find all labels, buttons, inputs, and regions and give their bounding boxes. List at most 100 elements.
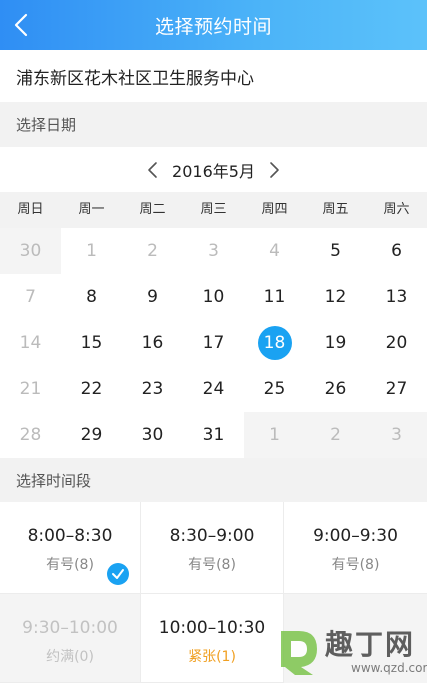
calendar-day[interactable]: 6 xyxy=(366,228,427,274)
slot-time: 10:00–10:30 xyxy=(158,618,266,638)
navbar: 选择预约时间 xyxy=(0,0,427,50)
calendar-day: 30 xyxy=(0,228,61,274)
calendar-day[interactable]: 17 xyxy=(183,320,244,366)
time-slot[interactable]: 10:00–10:30 紧张(1) xyxy=(141,594,284,683)
calendar-day-number: 18 xyxy=(257,326,292,360)
slot-status: 有号(8) xyxy=(188,557,236,573)
calendar-day-number: 3 xyxy=(208,241,219,261)
calendar-day-number: 13 xyxy=(385,287,408,307)
calendar-day-number: 5 xyxy=(330,241,341,261)
calendar-day[interactable]: 15 xyxy=(61,320,122,366)
calendar-day-number: 27 xyxy=(385,379,408,399)
time-slot[interactable]: 9:00–9:30 有号(8) xyxy=(284,502,427,594)
calendar-day: 3 xyxy=(366,412,427,458)
calendar-day[interactable]: 9 xyxy=(122,274,183,320)
calendar-day: 3 xyxy=(183,228,244,274)
clinic-name: 浦东新区花木社区卫生服务中心 xyxy=(0,50,427,102)
calendar-week-row: 28 29 30 31 1 2 3 xyxy=(0,412,427,458)
calendar-day-number: 22 xyxy=(80,379,103,399)
calendar-day-number: 17 xyxy=(202,333,225,353)
next-month-button[interactable] xyxy=(263,159,285,181)
chevron-left-icon xyxy=(148,161,157,178)
chevron-right-icon xyxy=(270,161,279,178)
calendar-day-number: 7 xyxy=(25,287,36,307)
calendar-day[interactable]: 11 xyxy=(244,274,305,320)
calendar-day[interactable]: 10 xyxy=(183,274,244,320)
check-icon xyxy=(107,563,129,585)
calendar-day: 2 xyxy=(122,228,183,274)
slot-time: 8:30–9:00 xyxy=(169,526,255,546)
calendar-day-number: 28 xyxy=(19,425,42,445)
weekday-sat: 周六 xyxy=(383,202,410,217)
calendar-day[interactable]: 5 xyxy=(305,228,366,274)
calendar-day: 21 xyxy=(0,366,61,412)
weekday-wed: 周三 xyxy=(200,202,227,217)
calendar-day-number: 14 xyxy=(19,333,42,353)
calendar-day-selected[interactable]: 18 xyxy=(244,320,305,366)
calendar-day[interactable]: 26 xyxy=(305,366,366,412)
slot-time: 9:30–10:00 xyxy=(22,618,118,638)
watermark: 趣丁网 www.qzd.com xyxy=(273,621,427,681)
calendar-week-row: 30 1 2 3 4 5 6 xyxy=(0,228,427,274)
calendar-day[interactable]: 12 xyxy=(305,274,366,320)
calendar-day-number: 9 xyxy=(147,287,158,307)
calendar-day[interactable]: 31 xyxy=(183,412,244,458)
calendar-grid: 30 1 2 3 4 5 6 7 8 9 10 11 12 13 14 15 16 17 18 19 20 21 22 23 2… xyxy=(0,228,427,458)
calendar-day-number: 16 xyxy=(141,333,164,353)
calendar-day[interactable]: 8 xyxy=(61,274,122,320)
calendar-day[interactable]: 23 xyxy=(122,366,183,412)
calendar-day-number: 4 xyxy=(269,241,280,261)
weekday-header: 周日 周一 周二 周三 周四 周五 周六 xyxy=(0,192,427,228)
month-label: 2016年5月 xyxy=(172,161,255,181)
calendar-week-row: 21 22 23 24 25 26 27 xyxy=(0,366,427,412)
time-slot[interactable]: 8:30–9:00 有号(8) xyxy=(141,502,284,594)
calendar-day-number: 2 xyxy=(330,425,341,445)
calendar-day-number: 31 xyxy=(202,425,225,445)
date-section-label: 选择日期 xyxy=(0,102,427,147)
calendar-day: 2 xyxy=(305,412,366,458)
calendar-day-number: 2 xyxy=(147,241,158,261)
time-slot[interactable]: 8:00–8:30 有号(8) xyxy=(0,502,141,594)
calendar-day-number: 1 xyxy=(269,425,280,445)
calendar-week-row: 7 8 9 10 11 12 13 xyxy=(0,274,427,320)
calendar-day-number: 23 xyxy=(141,379,164,399)
page-title: 选择预约时间 xyxy=(154,15,272,38)
back-button[interactable] xyxy=(10,11,36,39)
calendar-day-number: 29 xyxy=(80,425,103,445)
calendar-day: 14 xyxy=(0,320,61,366)
time-slot: 9:30–10:00 约满(0) xyxy=(0,594,141,683)
calendar-day: 4 xyxy=(244,228,305,274)
calendar-day-number: 12 xyxy=(324,287,347,307)
weekday-mon: 周一 xyxy=(78,202,105,217)
watermark-text: 趣丁网 xyxy=(325,628,416,661)
calendar-day-number: 30 xyxy=(19,241,42,261)
calendar-day[interactable]: 30 xyxy=(122,412,183,458)
calendar-day[interactable]: 16 xyxy=(122,320,183,366)
calendar-day[interactable]: 13 xyxy=(366,274,427,320)
calendar-day-number: 6 xyxy=(391,241,402,261)
calendar-day-number: 1 xyxy=(86,241,97,261)
calendar-day: 1 xyxy=(61,228,122,274)
weekday-thu: 周四 xyxy=(261,202,288,217)
calendar-day[interactable]: 19 xyxy=(305,320,366,366)
calendar-day-number: 26 xyxy=(324,379,347,399)
calendar-day: 7 xyxy=(0,274,61,320)
calendar-week-row: 14 15 16 17 18 19 20 xyxy=(0,320,427,366)
calendar-day[interactable]: 25 xyxy=(244,366,305,412)
calendar-day-number: 3 xyxy=(391,425,402,445)
calendar-day-number: 10 xyxy=(202,287,225,307)
calendar-day-number: 20 xyxy=(385,333,408,353)
calendar-day[interactable]: 29 xyxy=(61,412,122,458)
calendar-day[interactable]: 27 xyxy=(366,366,427,412)
calendar-day: 1 xyxy=(244,412,305,458)
calendar-day-number: 21 xyxy=(19,379,42,399)
slot-status: 有号(8) xyxy=(331,557,380,573)
calendar-day-number: 24 xyxy=(202,379,225,399)
slot-time: 8:00–8:30 xyxy=(27,526,113,546)
calendar-day[interactable]: 24 xyxy=(183,366,244,412)
calendar-day[interactable]: 20 xyxy=(366,320,427,366)
calendar-day[interactable]: 22 xyxy=(61,366,122,412)
calendar-day-number: 25 xyxy=(263,379,286,399)
prev-month-button[interactable] xyxy=(142,159,164,181)
slot-time: 9:00–9:30 xyxy=(313,526,398,546)
